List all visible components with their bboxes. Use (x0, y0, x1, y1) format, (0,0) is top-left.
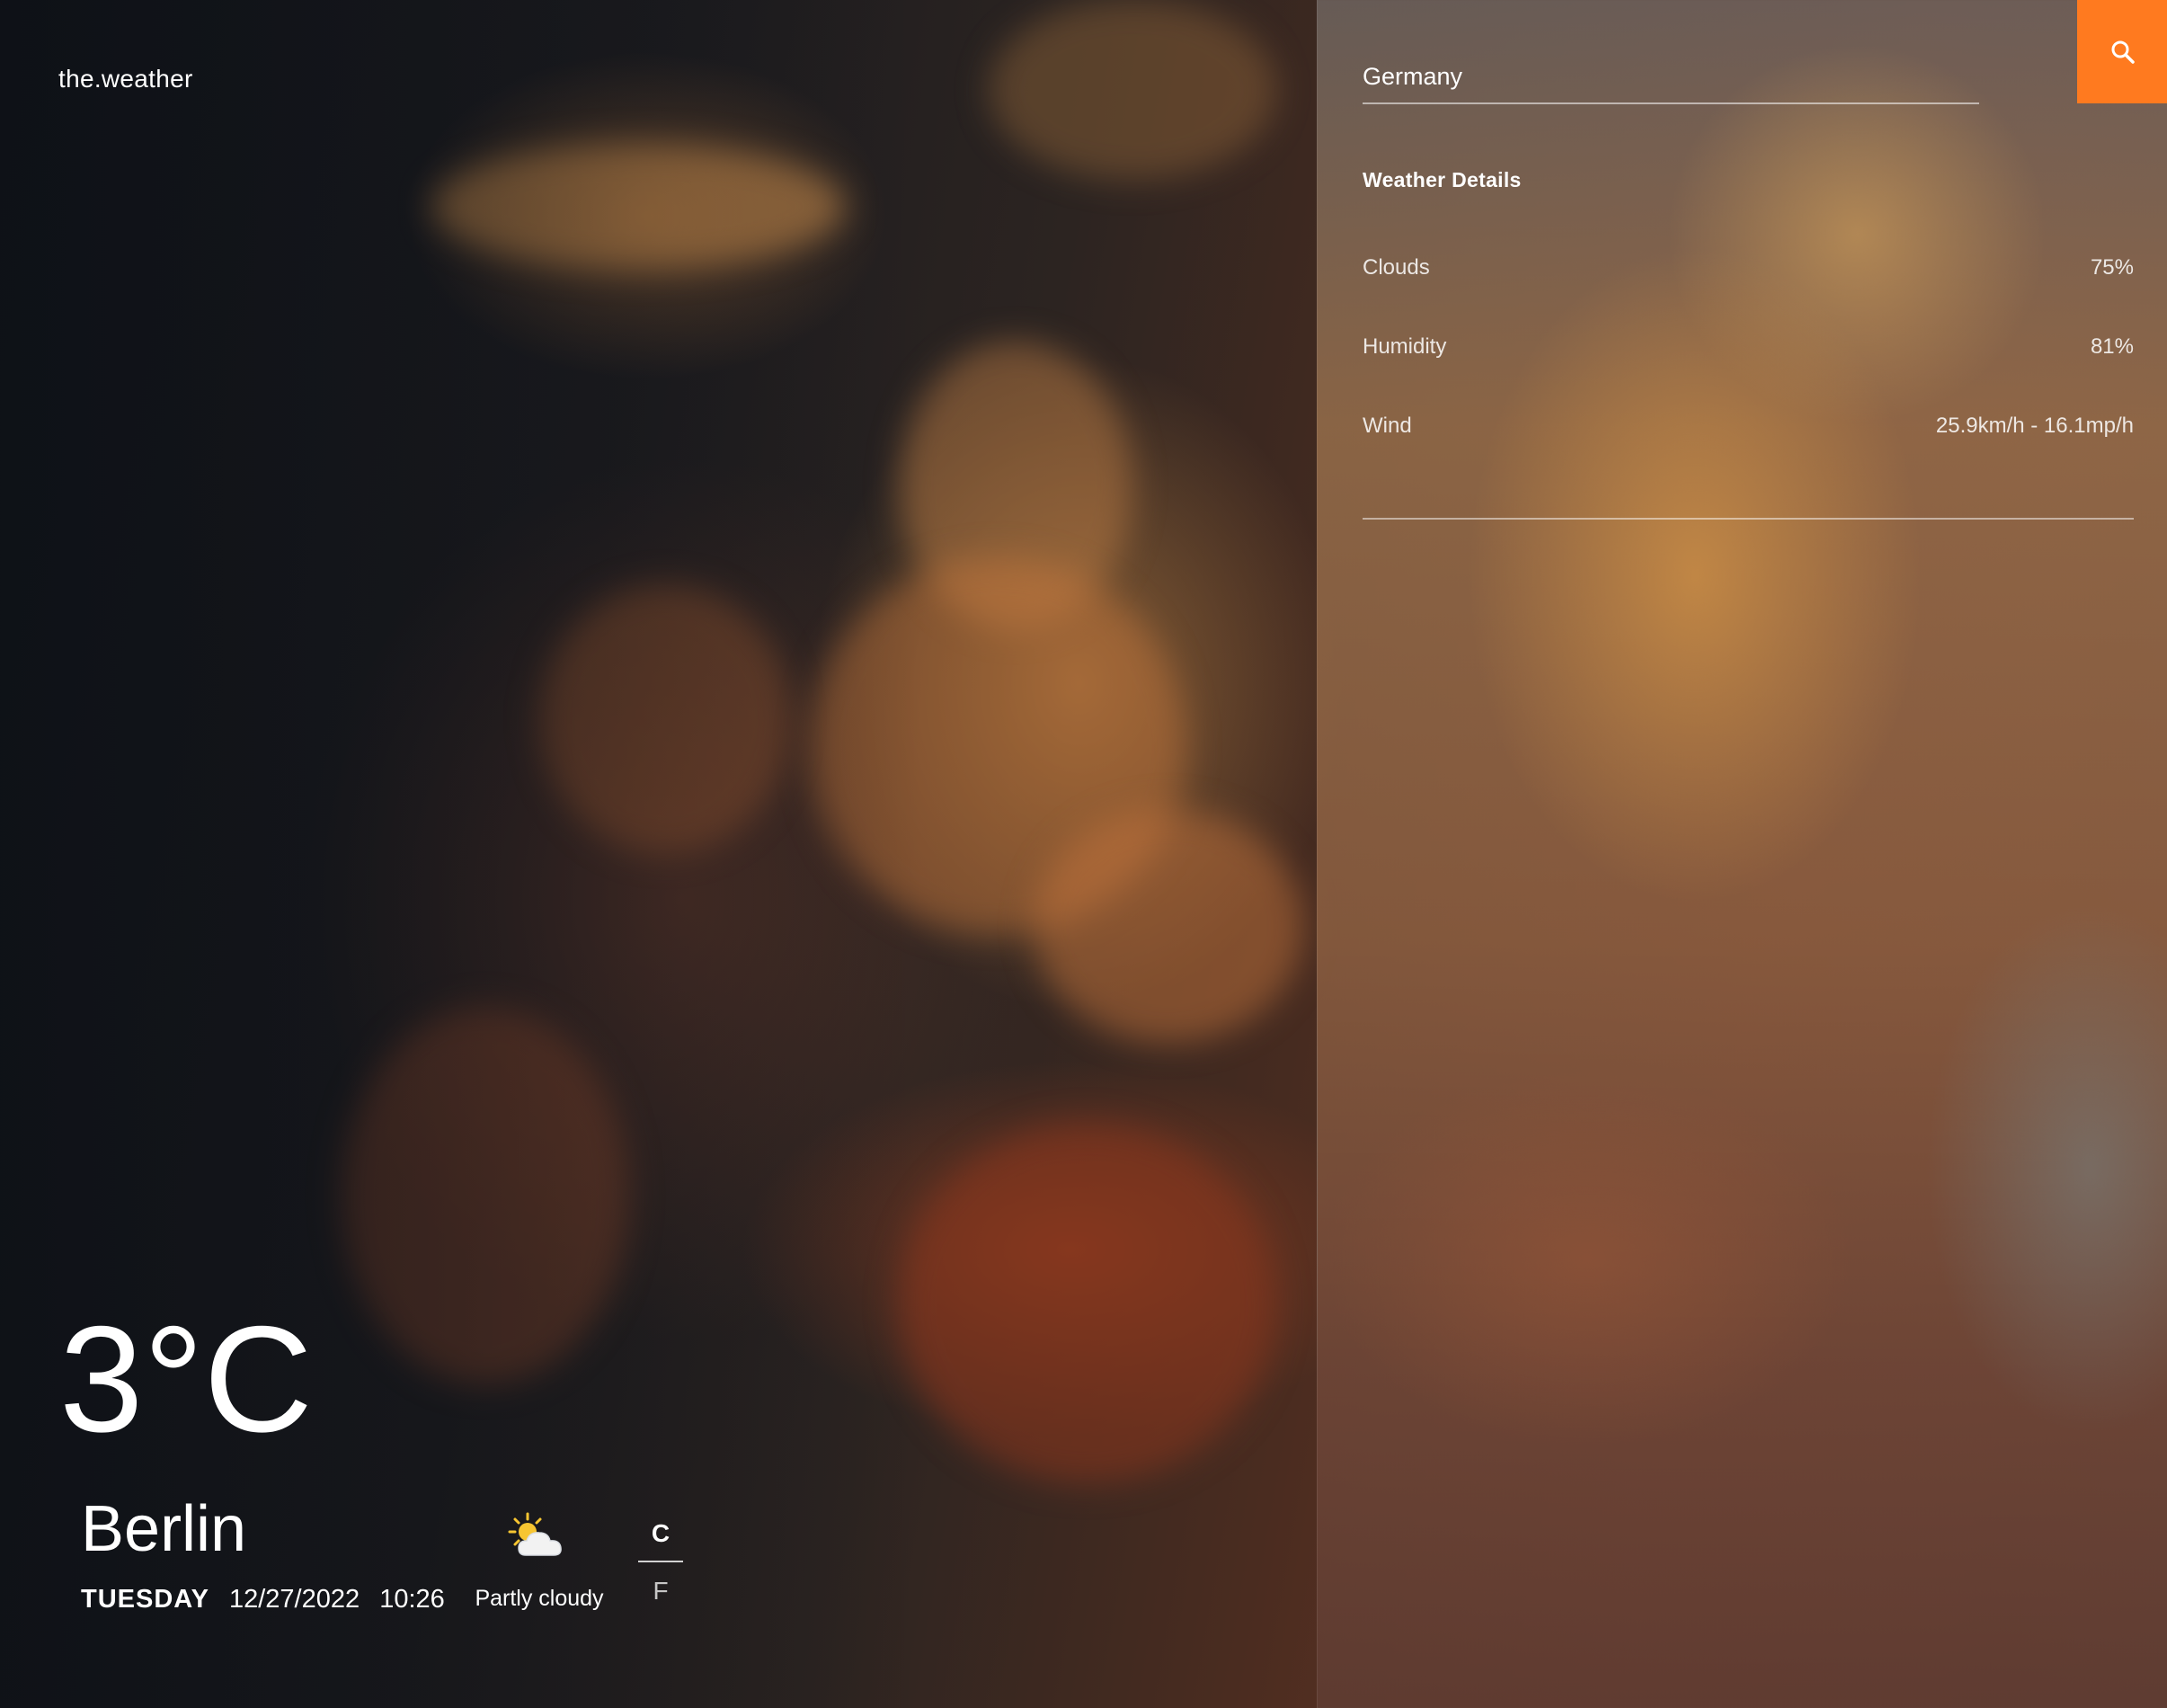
detail-label: Humidity (1363, 334, 1447, 359)
detail-value: 75% (2090, 255, 2134, 280)
brand-logo[interactable]: the.weather (58, 65, 193, 93)
time: 10:26 (379, 1585, 445, 1614)
unit-celsius-button[interactable]: C (638, 1519, 683, 1562)
temperature: 3°C (59, 1294, 313, 1463)
weather-details-heading: Weather Details (1363, 168, 1522, 191)
date-time: TUESDAY 12/27/2022 10:26 (81, 1585, 445, 1615)
day-of-week: TUESDAY (81, 1585, 209, 1614)
detail-row-clouds: Clouds 75% (1363, 255, 2134, 334)
detail-row-humidity: Humidity 81% (1363, 334, 2134, 414)
unit-fahrenheit-button[interactable]: F (638, 1577, 683, 1606)
detail-label: Clouds (1363, 255, 1430, 280)
divider (1363, 518, 2134, 520)
detail-value: 25.9km/h - 16.1mp/h (1935, 414, 2134, 438)
detail-value: 81% (2090, 334, 2134, 359)
city-name: Berlin (81, 1493, 247, 1565)
search-button[interactable] (2077, 0, 2167, 103)
detail-label: Wind (1363, 414, 1412, 438)
location-search-value: Germany (1363, 63, 1463, 90)
weather-details-list: Clouds 75% Humidity 81% Wind 25.9km/h - … (1363, 255, 2134, 493)
search-icon (2111, 40, 2135, 64)
weather-app: the.weather 3°C Berlin TUESDAY 12/27/202… (0, 0, 2167, 1708)
location-search-input[interactable]: Germany (1363, 61, 1979, 104)
date: 12/27/2022 (228, 1585, 360, 1614)
details-panel: Germany Weather Details Clouds 75% Humid… (1317, 0, 2167, 1708)
partly-cloudy-icon (508, 1510, 571, 1561)
unit-toggle: C F (638, 1519, 683, 1606)
detail-row-wind: Wind 25.9km/h - 16.1mp/h (1363, 414, 2134, 493)
condition-label: Partly cloudy (475, 1586, 604, 1611)
weather-condition: Partly cloudy (467, 1510, 611, 1612)
